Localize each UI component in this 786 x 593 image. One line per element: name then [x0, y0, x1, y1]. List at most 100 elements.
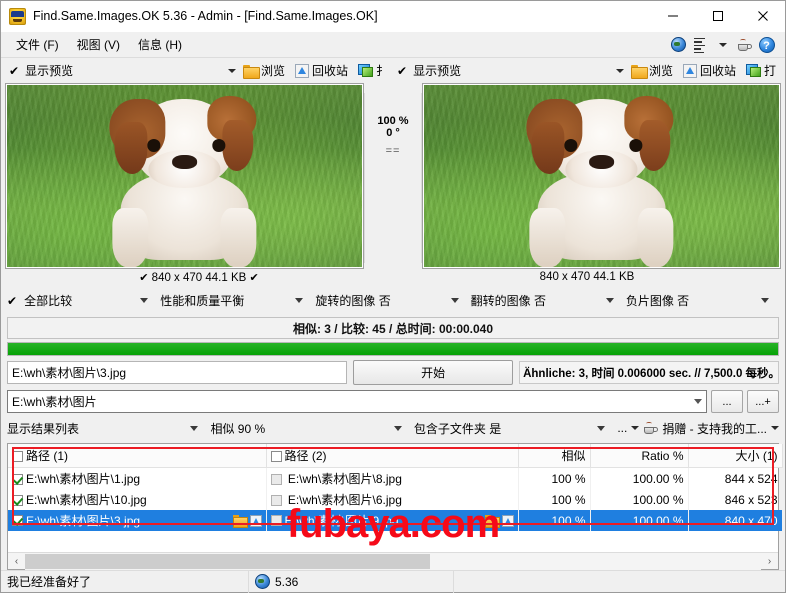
scrollbar-track[interactable] — [25, 552, 761, 570]
status-message: 我已经准备好了 — [7, 575, 92, 589]
browse-button-left[interactable]: 浏览 — [240, 61, 288, 80]
maximize-button[interactable] — [695, 0, 740, 32]
status-version-cell: 5.36 — [249, 570, 454, 593]
show-preview-check-left[interactable]: ✔ — [7, 64, 21, 78]
option-rotated-images[interactable]: 旋转的图像 否 — [315, 292, 470, 309]
chevron-down-icon-left[interactable] — [227, 68, 236, 73]
select-all-checkbox-2[interactable] — [270, 451, 282, 462]
open-button-left[interactable]: 扌 — [355, 61, 391, 80]
row-similar: 100 % — [518, 510, 591, 531]
table-row[interactable]: E:\wh\素材\图片\1.jpg E:\wh\素材\图片\8.jpg 100 … — [8, 467, 783, 489]
chevron-down-icon-more[interactable] — [631, 426, 640, 430]
current-file-display: E:\wh\素材\图片\3.jpg — [7, 361, 348, 384]
option-show-result-list[interactable]: 显示结果列表 — [7, 420, 210, 437]
chevron-down-icon[interactable] — [714, 36, 731, 53]
preview-image-right[interactable] — [424, 85, 779, 267]
chevron-down-icon-right[interactable] — [615, 68, 624, 73]
add-folder-button[interactable]: ...+ — [747, 390, 779, 413]
row-path1-cell[interactable]: E:\wh\素材\图片\10.jpg — [8, 489, 267, 510]
option-similarity[interactable]: 相似 90 % — [210, 420, 413, 437]
row-path2-cell[interactable]: E:\wh\素材\图片\9.jpg — [266, 510, 519, 531]
folder-icon[interactable] — [484, 514, 500, 528]
row-path1-cell[interactable]: E:\wh\素材\图片\1.jpg — [8, 467, 267, 489]
minimize-button[interactable] — [650, 0, 695, 32]
row-path2-cell[interactable]: E:\wh\素材\图片\6.jpg — [266, 489, 519, 510]
chevron-down-icon-0[interactable] — [140, 298, 149, 303]
chevron-down-icon-path[interactable] — [694, 399, 702, 404]
scan-control-row: E:\wh\素材\图片\3.jpg 开始 Ähnliche: 3, 时间 0.0… — [7, 360, 779, 385]
folder-icon[interactable] — [232, 514, 248, 528]
select-all-checkbox-1[interactable] — [12, 451, 23, 462]
caption-left: ✔ 840 x 470 44.1 KB ✔ — [5, 271, 393, 284]
option-negative-images[interactable]: 负片图像 否 — [626, 292, 781, 309]
scroll-left-button[interactable]: ‹ — [8, 553, 25, 570]
row-similar: 100 % — [518, 489, 591, 510]
scrollbar-thumb[interactable] — [25, 553, 430, 569]
menu-item-view[interactable]: 视图 (V) — [68, 33, 129, 56]
close-button[interactable] — [740, 0, 785, 32]
menu-toolbar-icons: ? — [670, 36, 779, 54]
chevron-down-icon-donate[interactable] — [771, 426, 779, 430]
row-checkbox-2[interactable] — [270, 474, 282, 485]
folder-icon — [242, 64, 260, 79]
option-flipped-images[interactable]: 翻转的图像 否 — [471, 292, 626, 309]
preview-image-right-frame[interactable] — [422, 83, 781, 269]
open-button-right[interactable]: 打 — [743, 61, 779, 80]
chevron-down-icon-2[interactable] — [450, 298, 459, 303]
show-preview-check-right[interactable]: ✔ — [395, 64, 409, 78]
column-header-path1[interactable]: 路径 (1) — [8, 444, 267, 468]
row-checkbox-1[interactable] — [12, 515, 23, 526]
table-row[interactable]: E:\wh\素材\图片\10.jpg E:\wh\素材\图片\6.jpg 100… — [8, 489, 783, 510]
chevron-down-icon-3[interactable] — [605, 298, 614, 303]
row-checkbox-1[interactable] — [12, 495, 23, 506]
path-input[interactable]: E:\wh\素材\图片 — [7, 390, 707, 413]
start-button[interactable]: 开始 — [353, 360, 514, 385]
show-preview-label-left[interactable]: 显示预览 — [25, 62, 73, 79]
comparison-info-panel: 100 % 0 ° == — [364, 93, 422, 263]
window-controls — [650, 0, 785, 32]
column-header-size[interactable]: 大小 (1) — [688, 444, 783, 468]
row-checkbox-1[interactable] — [12, 474, 23, 485]
recycle-bin-icon[interactable] — [249, 514, 262, 527]
row-checkbox-2[interactable] — [270, 495, 282, 506]
list-icon[interactable] — [692, 36, 709, 54]
chevron-down-icon-1[interactable] — [295, 298, 304, 303]
chevron-down-icon-r1[interactable] — [393, 425, 402, 431]
browse-folder-button[interactable]: ... — [711, 390, 743, 413]
recycle-label-left: 回收站 — [311, 64, 348, 78]
preview-image-left-frame[interactable] — [5, 83, 364, 269]
recycle-bin-icon[interactable] — [501, 514, 514, 527]
chevron-down-icon-r0[interactable] — [190, 425, 199, 431]
option-label-4: 负片图像 否 — [625, 294, 690, 308]
recycle-button-left[interactable]: 回收站 — [292, 61, 351, 80]
globe-icon[interactable] — [670, 36, 687, 53]
preview-toolbar-right: ✔ 显示预览 浏览 回收站 打 — [393, 58, 781, 83]
row-path2-cell[interactable]: E:\wh\素材\图片\8.jpg — [266, 467, 519, 489]
column-header-similar[interactable]: 相似 — [518, 444, 591, 468]
help-icon[interactable]: ? — [758, 36, 775, 53]
caption-text-right: 840 x 470 44.1 KB — [539, 271, 635, 283]
column-header-path2[interactable]: 路径 (2) — [266, 444, 519, 468]
option2-label-2: 包含子文件夹 是 — [413, 421, 502, 436]
row-checkbox-2[interactable] — [270, 515, 282, 526]
chevron-down-icon-r2[interactable] — [597, 425, 606, 431]
menu-item-info[interactable]: 信息 (H) — [129, 33, 191, 56]
table-row[interactable]: E:\wh\素材\图片\3.jpg E:\wh\素材\图片\9.jpg 100 … — [8, 510, 783, 531]
option-quality-balance[interactable]: 性能和质量平衡 — [160, 292, 315, 309]
scroll-right-button[interactable]: › — [761, 553, 778, 570]
browse-button-right[interactable]: 浏览 — [628, 61, 676, 80]
show-preview-label-right[interactable]: 显示预览 — [413, 62, 461, 79]
option-compare-all[interactable]: ✔ 全部比较 — [5, 292, 160, 309]
chevron-down-icon-4[interactable] — [761, 298, 770, 303]
donate-button[interactable]: ... 捐赠 - 支持我的工... — [617, 420, 779, 437]
column-header-ratio[interactable]: Ratio % — [590, 444, 689, 468]
row-path1-cell[interactable]: E:\wh\素材\图片\3.jpg — [8, 510, 267, 531]
menu-item-file[interactable]: 文件 (F) — [7, 33, 68, 56]
status-extra-cell — [454, 571, 785, 593]
option-include-subfolders[interactable]: 包含子文件夹 是 — [414, 420, 617, 437]
recycle-button-right[interactable]: 回收站 — [680, 61, 739, 80]
horizontal-scrollbar[interactable]: ‹ › — [8, 552, 778, 570]
preview-toolbar-left: ✔ 显示预览 浏览 回收站 扌 — [5, 58, 393, 83]
preview-image-left[interactable] — [7, 85, 362, 267]
cup-icon[interactable] — [736, 36, 753, 53]
